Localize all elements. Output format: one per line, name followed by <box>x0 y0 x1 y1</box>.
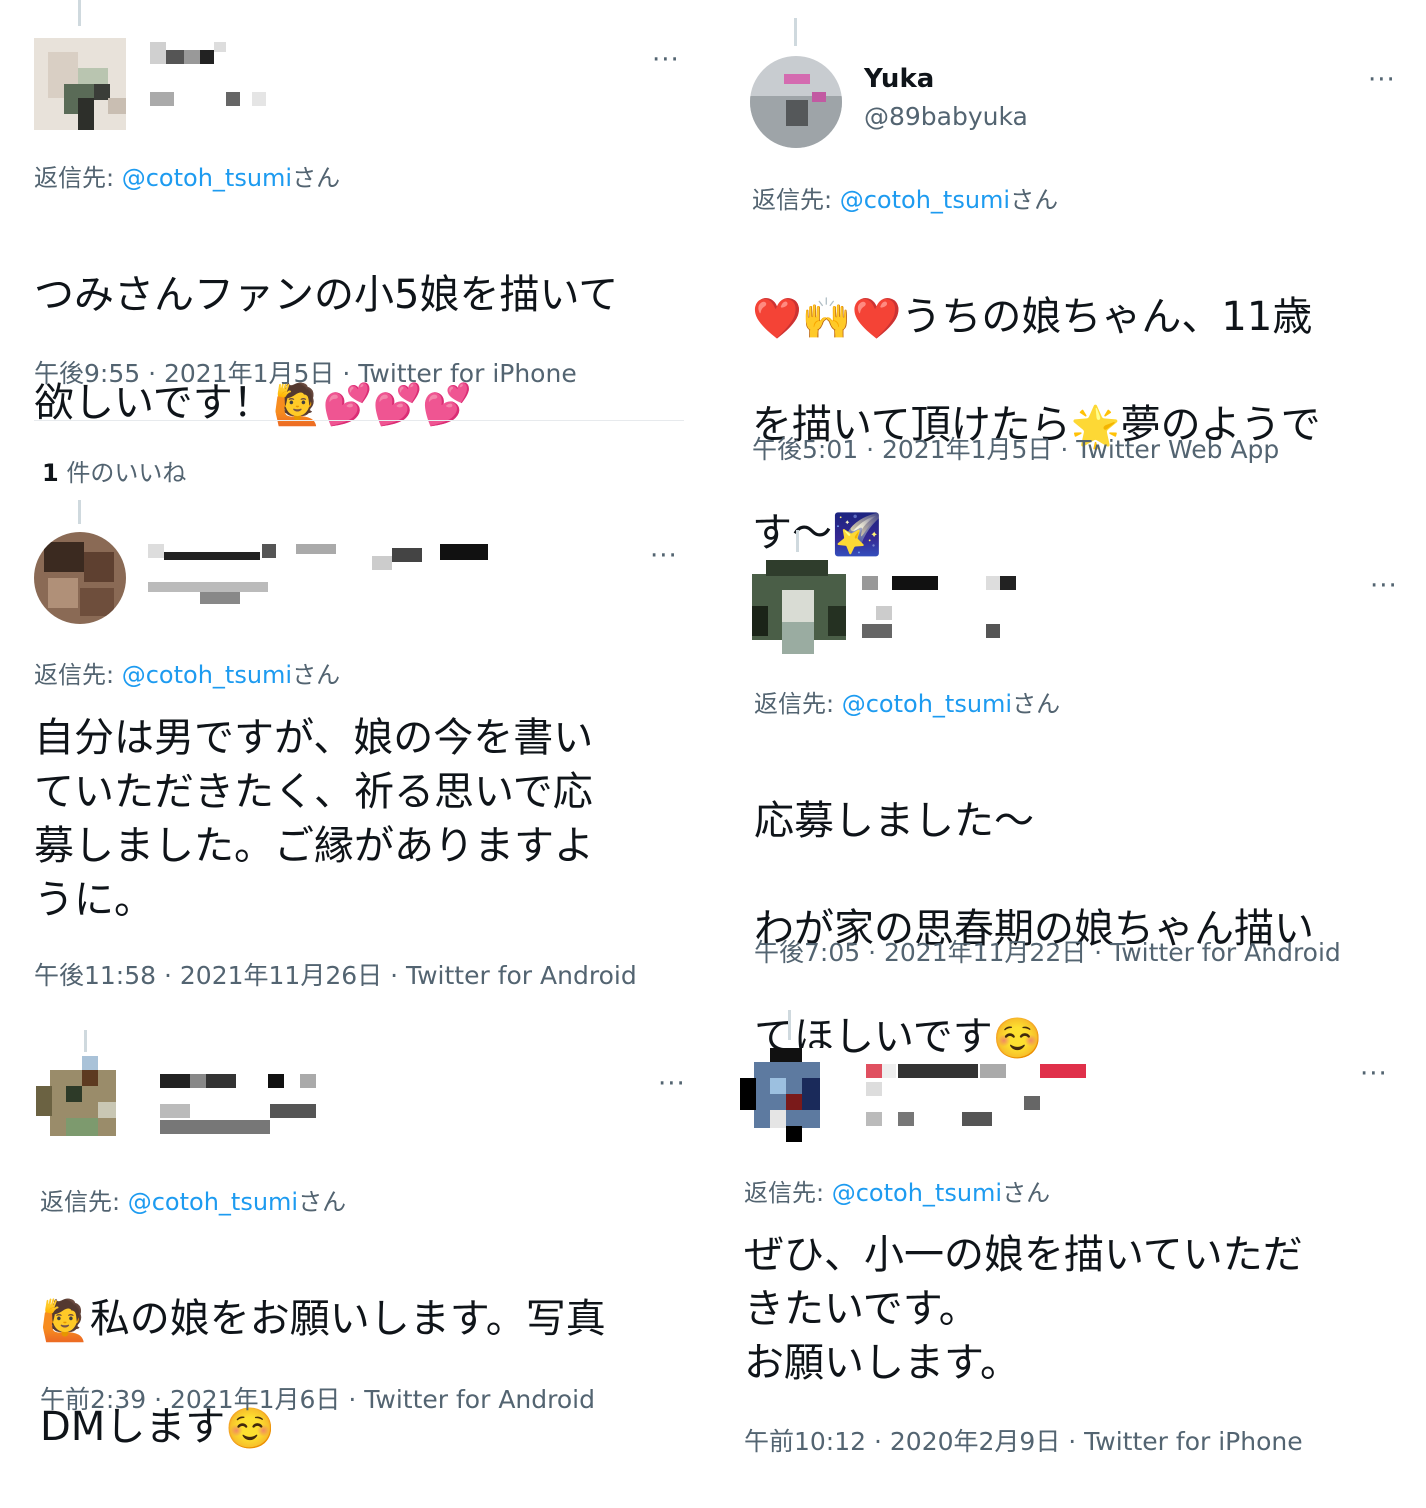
tweet-text-line: 私の娘をお願いします。写真 <box>89 1296 606 1342</box>
reply-suffix: さん <box>1010 186 1059 214</box>
avatar[interactable] <box>34 38 126 130</box>
likes-count[interactable]: 1 件のいいね <box>42 453 186 488</box>
raised-hands-emoji-icon: 🙌 <box>801 296 852 342</box>
tweet-timestamp[interactable]: 午前10:12 · 2020年2月9日 · Twitter for iPhone <box>744 1422 1303 1458</box>
reply-to: 返信先: @cotoh_tsumiさん <box>34 158 340 193</box>
more-options-button[interactable]: ··· <box>658 1071 686 1097</box>
reply-suffix: さん <box>1002 1179 1051 1207</box>
tweet-timestamp[interactable]: 午前2:39 · 2021年1月6日 · Twitter for Android <box>40 1380 595 1416</box>
tweet-timestamp[interactable]: 午後11:58 · 2021年11月26日 · Twitter for Andr… <box>34 956 637 992</box>
tweet-text: ぜひ、小一の娘を描いていただ きたいです。 お願いします。 <box>744 1232 1303 1386</box>
reply-to: 返信先: @cotoh_tsumiさん <box>34 655 340 690</box>
likes-label: 件のいいね <box>58 459 187 487</box>
reply-to: 返信先: @cotoh_tsumiさん <box>40 1182 346 1217</box>
smiling-face-emoji-icon: ☺️ <box>992 1016 1043 1062</box>
reply-prefix: 返信先: <box>34 164 122 192</box>
thread-line <box>796 530 799 552</box>
display-name[interactable]: Yuka <box>864 64 934 94</box>
thread-line <box>78 0 81 26</box>
thread-line <box>788 1010 791 1040</box>
more-options-button[interactable]: ··· <box>650 543 678 569</box>
thread-line <box>78 500 81 524</box>
more-options-button[interactable]: ··· <box>1370 573 1398 599</box>
tweet-text-line: 応募しました〜 <box>754 798 1034 844</box>
mention-link[interactable]: @cotoh_tsumi <box>122 661 292 689</box>
raising-hand-emoji-icon: 🙋 <box>40 1298 90 1344</box>
more-options-button[interactable]: ··· <box>1360 1061 1388 1087</box>
mention-link[interactable]: @cotoh_tsumi <box>832 1179 1002 1207</box>
mention-link[interactable]: @cotoh_tsumi <box>128 1188 298 1216</box>
mention-link[interactable]: @cotoh_tsumi <box>842 690 1012 718</box>
two-hearts-emoji-icon: 💕 <box>372 382 423 428</box>
reply-to: 返信先: @cotoh_tsumiさん <box>754 684 1060 719</box>
mention-link[interactable]: @cotoh_tsumi <box>122 164 292 192</box>
raising-hand-emoji-icon: 🙋 <box>272 382 323 428</box>
tweet-text: 自分は男ですが、娘の今を書い ていただきたく、祈る思いで応 募しました。ご縁があ… <box>34 715 594 923</box>
likes-number: 1 <box>42 459 59 487</box>
two-hearts-emoji-icon: 💕 <box>422 382 473 428</box>
mention-link[interactable]: @cotoh_tsumi <box>840 186 1010 214</box>
tweet-text-line: す〜 <box>752 510 832 556</box>
reply-prefix: 返信先: <box>744 1179 832 1207</box>
reply-prefix: 返信先: <box>34 661 122 689</box>
tweet-text: 応募しました〜 わが家の思春期の娘ちゃん描い てほしいです☺️ <box>754 740 1394 1118</box>
reply-prefix: 返信先: <box>40 1188 128 1216</box>
two-hearts-emoji-icon: 💕 <box>322 382 373 428</box>
user-handle[interactable]: @89babyuka <box>864 102 1028 131</box>
reply-prefix: 返信先: <box>752 186 840 214</box>
red-heart-emoji-icon: ❤️ <box>752 296 802 342</box>
reply-to: 返信先: @cotoh_tsumiさん <box>752 180 1058 215</box>
reply-suffix: さん <box>298 1188 347 1216</box>
avatar[interactable] <box>740 1048 834 1142</box>
reply-to: 返信先: @cotoh_tsumiさん <box>744 1173 1050 1208</box>
more-options-button[interactable]: ··· <box>1368 67 1396 93</box>
divider <box>34 420 684 421</box>
tweet-text-line: つみさんファンの小5娘を描いて <box>34 272 619 318</box>
tweet-text: ❤️🙌❤️うちの娘ちゃん、11歳 を描いて頂けたら🌟夢のようで す〜🌠 <box>752 236 1412 614</box>
reply-suffix: さん <box>292 661 341 689</box>
tweet-timestamp[interactable]: 午後5:01 · 2021年1月5日 · Twitter Web App <box>752 430 1279 466</box>
reply-prefix: 返信先: <box>754 690 842 718</box>
tweet-timestamp[interactable]: 午後7:05 · 2021年11月22日 · Twitter for Andro… <box>754 933 1341 969</box>
thread-line <box>794 18 797 46</box>
tweet-text: つみさんファンの小5娘を描いて 欲しいです！🙋💕💕💕 <box>34 214 694 484</box>
avatar[interactable] <box>752 560 846 654</box>
tweet-timestamp[interactable]: 午後9:55 · 2021年1月5日 · Twitter for iPhone <box>34 354 577 390</box>
tweet-text-line: うちの娘ちゃん、11歳 <box>901 294 1313 340</box>
reply-suffix: さん <box>292 164 341 192</box>
red-heart-emoji-icon: ❤️ <box>851 296 902 342</box>
shooting-star-emoji-icon: 🌠 <box>832 512 882 558</box>
avatar[interactable] <box>750 56 842 148</box>
thread-line <box>84 1030 87 1052</box>
avatar[interactable] <box>36 1056 130 1150</box>
more-options-button[interactable]: ··· <box>652 47 680 73</box>
avatar[interactable] <box>34 532 126 624</box>
reply-suffix: さん <box>1012 690 1061 718</box>
